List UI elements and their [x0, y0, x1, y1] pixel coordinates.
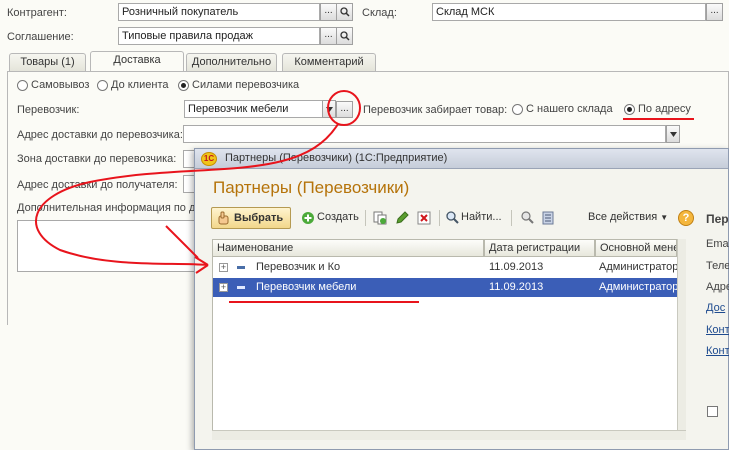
- toolbar-separator: [511, 210, 512, 226]
- select-button[interactable]: Выбрать: [211, 207, 291, 229]
- address-field[interactable]: [183, 125, 666, 143]
- row-date: 11.09.2013: [489, 261, 544, 273]
- plus-circle-icon: [302, 212, 314, 224]
- chevron-down-icon: [669, 132, 677, 137]
- chevron-down-icon: [325, 107, 333, 112]
- recipient-address-label: Адрес доставки до получателя:: [17, 179, 178, 191]
- carrier-dropdown-button[interactable]: [322, 100, 336, 118]
- edit-pencil-icon[interactable]: [395, 211, 409, 225]
- list-settings-icon[interactable]: [542, 211, 554, 225]
- side-field-address: Адре: [706, 281, 729, 293]
- address-label: Адрес доставки до перевозчика:: [17, 129, 183, 141]
- zone-label: Зона доставки до перевозчика:: [17, 153, 177, 165]
- warehouse-label: Склад:: [362, 7, 397, 19]
- pickup-label: Перевозчик забирает товар:: [363, 104, 508, 116]
- warehouse-field[interactable]: Склад МСК: [432, 3, 706, 21]
- radio-from-warehouse-label: С нашего склада: [526, 103, 613, 115]
- toolbar-separator: [365, 210, 366, 226]
- magnifier-icon: [339, 31, 350, 41]
- partner-item-icon: [237, 266, 245, 269]
- vertical-scrollbar[interactable]: [677, 239, 686, 439]
- tab-additional[interactable]: Дополнительно: [186, 53, 277, 71]
- side-panel-title: Пер: [706, 212, 729, 226]
- create-button[interactable]: Создать: [299, 207, 359, 229]
- table-row[interactable]: + Перевозчик и Ко 11.09.2013 Администрат…: [213, 258, 677, 277]
- radio-from-warehouse[interactable]: [512, 104, 523, 115]
- agreement-search-button[interactable]: [336, 27, 353, 45]
- tab-delivery[interactable]: Доставка: [90, 51, 184, 72]
- side-link-delivery[interactable]: Дос: [706, 302, 725, 314]
- delete-icon[interactable]: [417, 211, 431, 225]
- radio-to-client[interactable]: [97, 80, 108, 91]
- side-field-email: Email: [706, 238, 729, 250]
- tab-goods[interactable]: Товары (1): [9, 53, 86, 71]
- select-hand-icon: [218, 211, 229, 225]
- column-header-manager[interactable]: Основной мене: [595, 239, 677, 257]
- carrier-select-button[interactable]: ...: [336, 101, 353, 118]
- radio-to-client-label: До клиента: [111, 79, 169, 91]
- radio-pickup-label: Самовывоз: [31, 79, 90, 91]
- app-logo-icon: 1C: [201, 152, 217, 166]
- dialog-window-title: Партнеры (Перевозчики) (1С:Предприятие): [225, 152, 448, 164]
- all-actions-button[interactable]: Все действия ▼: [588, 207, 668, 229]
- partner-item-icon: [237, 286, 245, 289]
- row-name: Перевозчик мебели: [256, 281, 357, 293]
- expander-icon[interactable]: +: [219, 283, 228, 292]
- copy-icon[interactable]: [373, 211, 387, 225]
- dialog-heading: Партнеры (Перевозчики): [213, 178, 410, 197]
- row-manager: Администратор: [599, 261, 677, 273]
- dialog-titlebar[interactable]: 1C Партнеры (Перевозчики) (1С:Предприяти…: [195, 149, 728, 169]
- agreement-field[interactable]: Типовые правила продаж: [118, 27, 320, 45]
- side-checkbox[interactable]: [707, 406, 718, 417]
- contractor-field[interactable]: Розничный покупатель: [118, 3, 320, 21]
- toolbar-separator: [439, 210, 440, 226]
- contractor-select-button[interactable]: ...: [320, 3, 337, 21]
- chevron-down-icon: ▼: [660, 213, 669, 222]
- radio-carrier[interactable]: [178, 80, 189, 91]
- row-name: Перевозчик и Ко: [256, 261, 341, 273]
- table-row-selected[interactable]: + Перевозчик мебели 11.09.2013 Администр…: [213, 278, 677, 297]
- radio-pickup[interactable]: [17, 80, 28, 91]
- carrier-field[interactable]: Перевозчик мебели: [184, 100, 324, 118]
- search-cancel-icon[interactable]: [521, 211, 535, 225]
- expander-icon[interactable]: +: [219, 263, 228, 272]
- radio-by-address[interactable]: [624, 104, 635, 115]
- magnifier-icon: [446, 211, 459, 224]
- find-button-label: Найти...: [461, 211, 502, 223]
- radio-by-address-label: По адресу: [638, 103, 691, 115]
- side-field-phone: Теле: [706, 260, 729, 272]
- find-button[interactable]: Найти...: [445, 207, 502, 229]
- help-button[interactable]: ?: [678, 210, 694, 226]
- tab-comment[interactable]: Комментарий: [282, 53, 376, 71]
- horizontal-scrollbar[interactable]: [212, 430, 686, 440]
- side-link-contacts-2[interactable]: Конт: [706, 345, 729, 357]
- magnifier-icon: [339, 7, 350, 17]
- row-manager: Администратор: [599, 281, 677, 293]
- extra-info-label: Дополнительная информация по до: [17, 202, 202, 214]
- contractor-label: Контрагент:: [7, 7, 67, 19]
- side-link-contacts[interactable]: Конт: [706, 324, 729, 336]
- extra-info-textarea[interactable]: [17, 220, 197, 272]
- contractor-search-button[interactable]: [336, 3, 353, 21]
- create-button-label: Создать: [317, 211, 359, 223]
- agreement-label: Соглашение:: [7, 31, 74, 43]
- all-actions-label: Все действия: [588, 211, 658, 223]
- radio-carrier-label: Силами перевозчика: [192, 79, 300, 91]
- partners-dialog: 1C Партнеры (Перевозчики) (1С:Предприяти…: [194, 148, 729, 450]
- agreement-select-button[interactable]: ...: [320, 27, 337, 45]
- row-date: 11.09.2013: [489, 281, 544, 293]
- select-button-label: Выбрать: [234, 212, 284, 224]
- address-dropdown-button[interactable]: [666, 125, 680, 143]
- carrier-label: Перевозчик:: [17, 104, 80, 116]
- column-header-name[interactable]: Наименование: [212, 239, 484, 257]
- column-header-date[interactable]: Дата регистрации: [484, 239, 595, 257]
- warehouse-select-button[interactable]: ...: [706, 3, 723, 21]
